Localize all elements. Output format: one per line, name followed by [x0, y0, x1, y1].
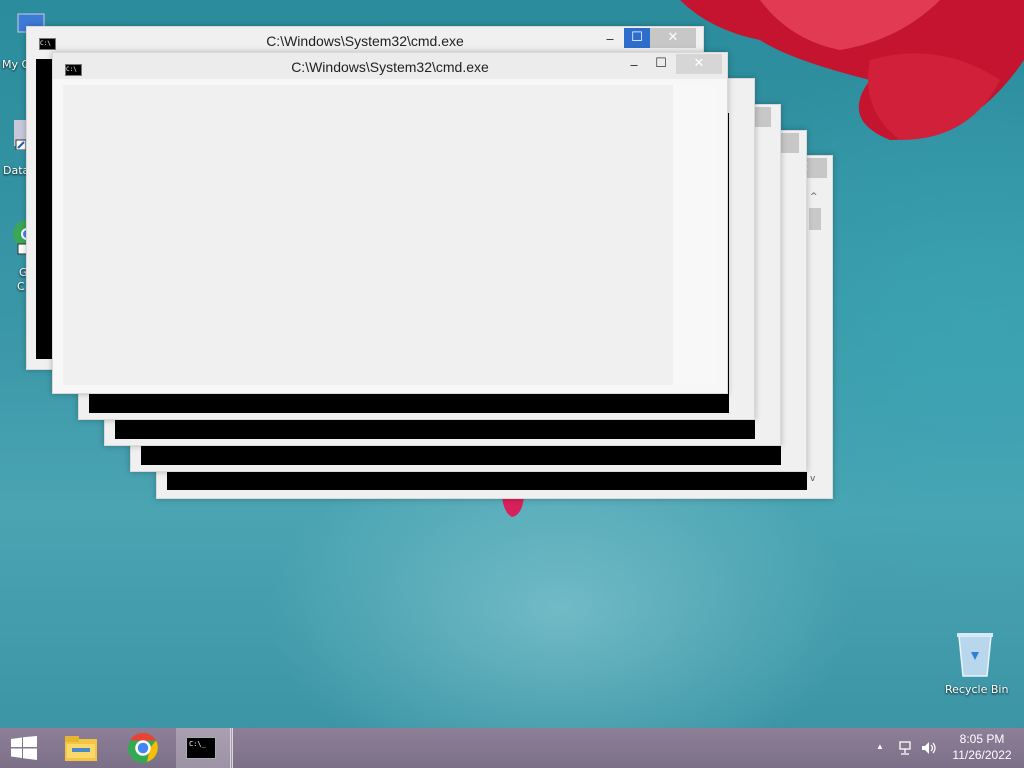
scroll-down-arrow[interactable]: v — [810, 474, 815, 484]
tray-overflow-chevron[interactable]: ▲ — [876, 742, 884, 751]
taskbar: C:\_ ▲ 8:05 PM 11/26/2022 — [0, 728, 1024, 768]
clock[interactable]: 8:05 PM 11/26/2022 — [944, 732, 1020, 762]
clock-date: 11/26/2022 — [952, 748, 1012, 762]
maximize-button[interactable]: ☐ — [624, 28, 650, 48]
cmd-taskbar-button[interactable]: C:\_ — [176, 728, 233, 768]
maximize-button[interactable]: ☐ — [648, 54, 674, 74]
chrome-icon — [128, 733, 158, 763]
cmd-window-front[interactable]: C:\ C:\Windows\System32\cmd.exe ‒ ☐ ✕ — [52, 52, 728, 394]
scroll-thumb[interactable] — [809, 208, 821, 230]
minimize-button[interactable]: ‒ — [597, 30, 623, 50]
faded-scroll-area — [673, 85, 717, 385]
cmd-icon-text: C:\_ — [189, 740, 206, 748]
clock-time: 8:05 PM — [959, 732, 1005, 746]
chrome-taskbar-button[interactable] — [120, 728, 166, 768]
trash-icon — [957, 633, 993, 677]
scroll-up-arrow[interactable]: ^ — [810, 192, 818, 202]
recycle-bin-label: Recycle Bin — [945, 683, 1009, 696]
close-button[interactable]: ✕ — [676, 54, 722, 74]
client-area[interactable] — [63, 85, 673, 385]
volume-icon[interactable] — [920, 740, 938, 756]
minimize-button[interactable]: ‒ — [621, 56, 647, 76]
network-icon[interactable] — [898, 740, 914, 756]
vertical-scrollbar[interactable]: ^ v — [807, 190, 823, 490]
recycle-bin-icon[interactable]: Recycle Bin — [940, 630, 1010, 700]
file-explorer-taskbar-button[interactable] — [58, 728, 104, 768]
desktop: My C Data G C Recycle Bin ‒ ☐ ✕ — [0, 0, 1024, 728]
file-explorer-icon — [65, 736, 97, 761]
chrome-label-2: C — [17, 280, 25, 293]
close-button[interactable]: ✕ — [650, 28, 696, 48]
start-button[interactable] — [0, 728, 48, 768]
cmd-icon: C:\_ — [186, 737, 216, 759]
windows-start-icon — [11, 736, 37, 760]
